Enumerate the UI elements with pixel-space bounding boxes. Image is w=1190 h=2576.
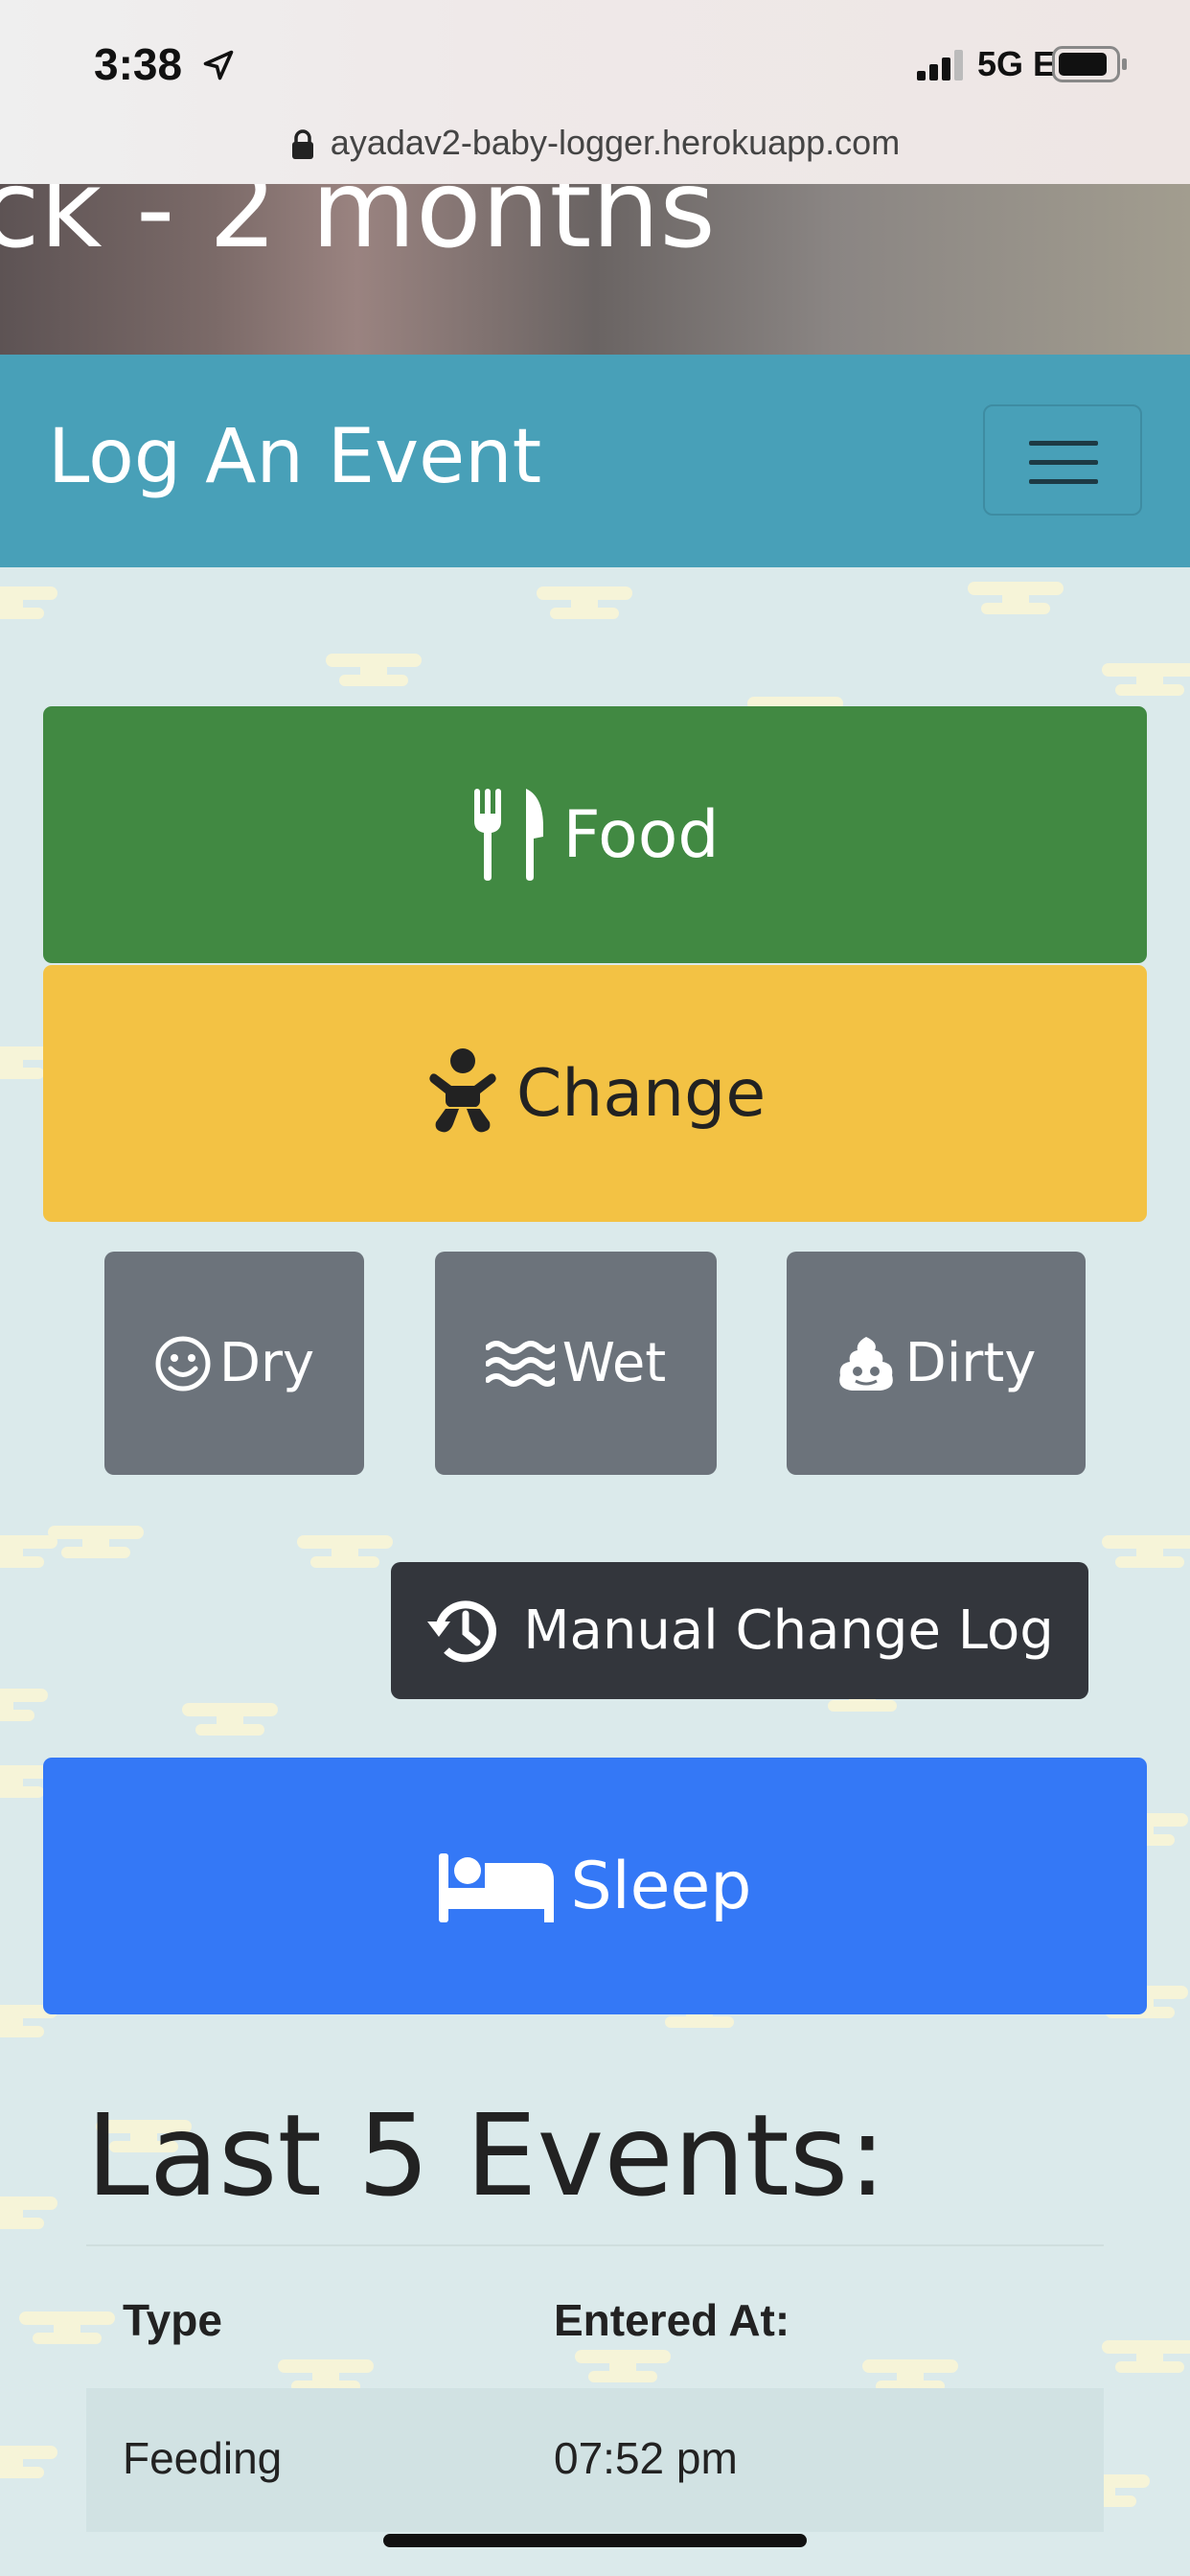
hamburger-icon [1029,441,1098,446]
navbar-toggle-button[interactable] [983,404,1142,516]
column-header-entered-at: Entered At: [554,2295,790,2345]
dry-label: Dry [218,1332,315,1394]
home-indicator[interactable] [383,2534,807,2547]
dirty-button[interactable]: Dirty [787,1252,1086,1475]
event-time-cell: 07:52 pm [554,2433,738,2483]
address-bar[interactable]: ayadav2-baby-logger.herokuapp.com [0,123,1190,163]
dirty-label: Dirty [904,1332,1037,1394]
events-table: Type Entered At: Feeding 07:52 pm [86,2244,1104,2532]
wet-button[interactable]: Wet [435,1252,717,1475]
change-label: Change [515,1055,767,1132]
lock-icon [291,129,313,160]
navbar: Log An Event [0,355,1190,567]
status-bar: 3:38 5G E ayadav2-baby-logger.herokuapp.… [0,0,1190,184]
url-text: ayadav2-baby-logger.herokuapp.com [330,123,901,162]
hero-banner: ck - 2 months [0,184,1190,355]
network-type: 5G E [977,44,1057,83]
wet-label: Wet [561,1332,667,1394]
sleep-button[interactable]: Sleep [43,1758,1147,2014]
table-divider [86,2244,1104,2246]
baby-icon [424,1047,501,1139]
location-arrow-icon [203,50,234,80]
poop-icon [836,1335,896,1392]
table-row: Feeding 07:52 pm [86,2388,1104,2532]
utensils-icon [470,789,547,881]
dry-button[interactable]: Dry [104,1252,364,1475]
event-type-cell: Feeding [123,2433,283,2483]
hamburger-line [1029,479,1098,484]
bed-icon [438,1850,556,1922]
food-button[interactable]: Food [43,706,1147,963]
manual-change-log-label: Manual Change Log [523,1599,1054,1662]
events-heading: Last 5 Events: [86,2089,887,2221]
status-time: 3:38 [94,39,183,89]
hamburger-line [1029,460,1098,465]
battery-icon [1052,46,1127,82]
navbar-brand[interactable]: Log An Event [48,414,541,500]
history-icon [425,1593,502,1669]
sleep-label: Sleep [570,1848,752,1924]
column-header-type: Type [123,2295,222,2345]
hero-title: ck - 2 months [0,184,716,272]
food-label: Food [562,796,720,873]
water-icon [485,1340,555,1388]
smile-icon [154,1335,212,1392]
change-button[interactable]: Change [43,965,1147,1222]
manual-change-log-button[interactable]: Manual Change Log [391,1562,1088,1699]
cellular-signal-icon [917,50,963,80]
